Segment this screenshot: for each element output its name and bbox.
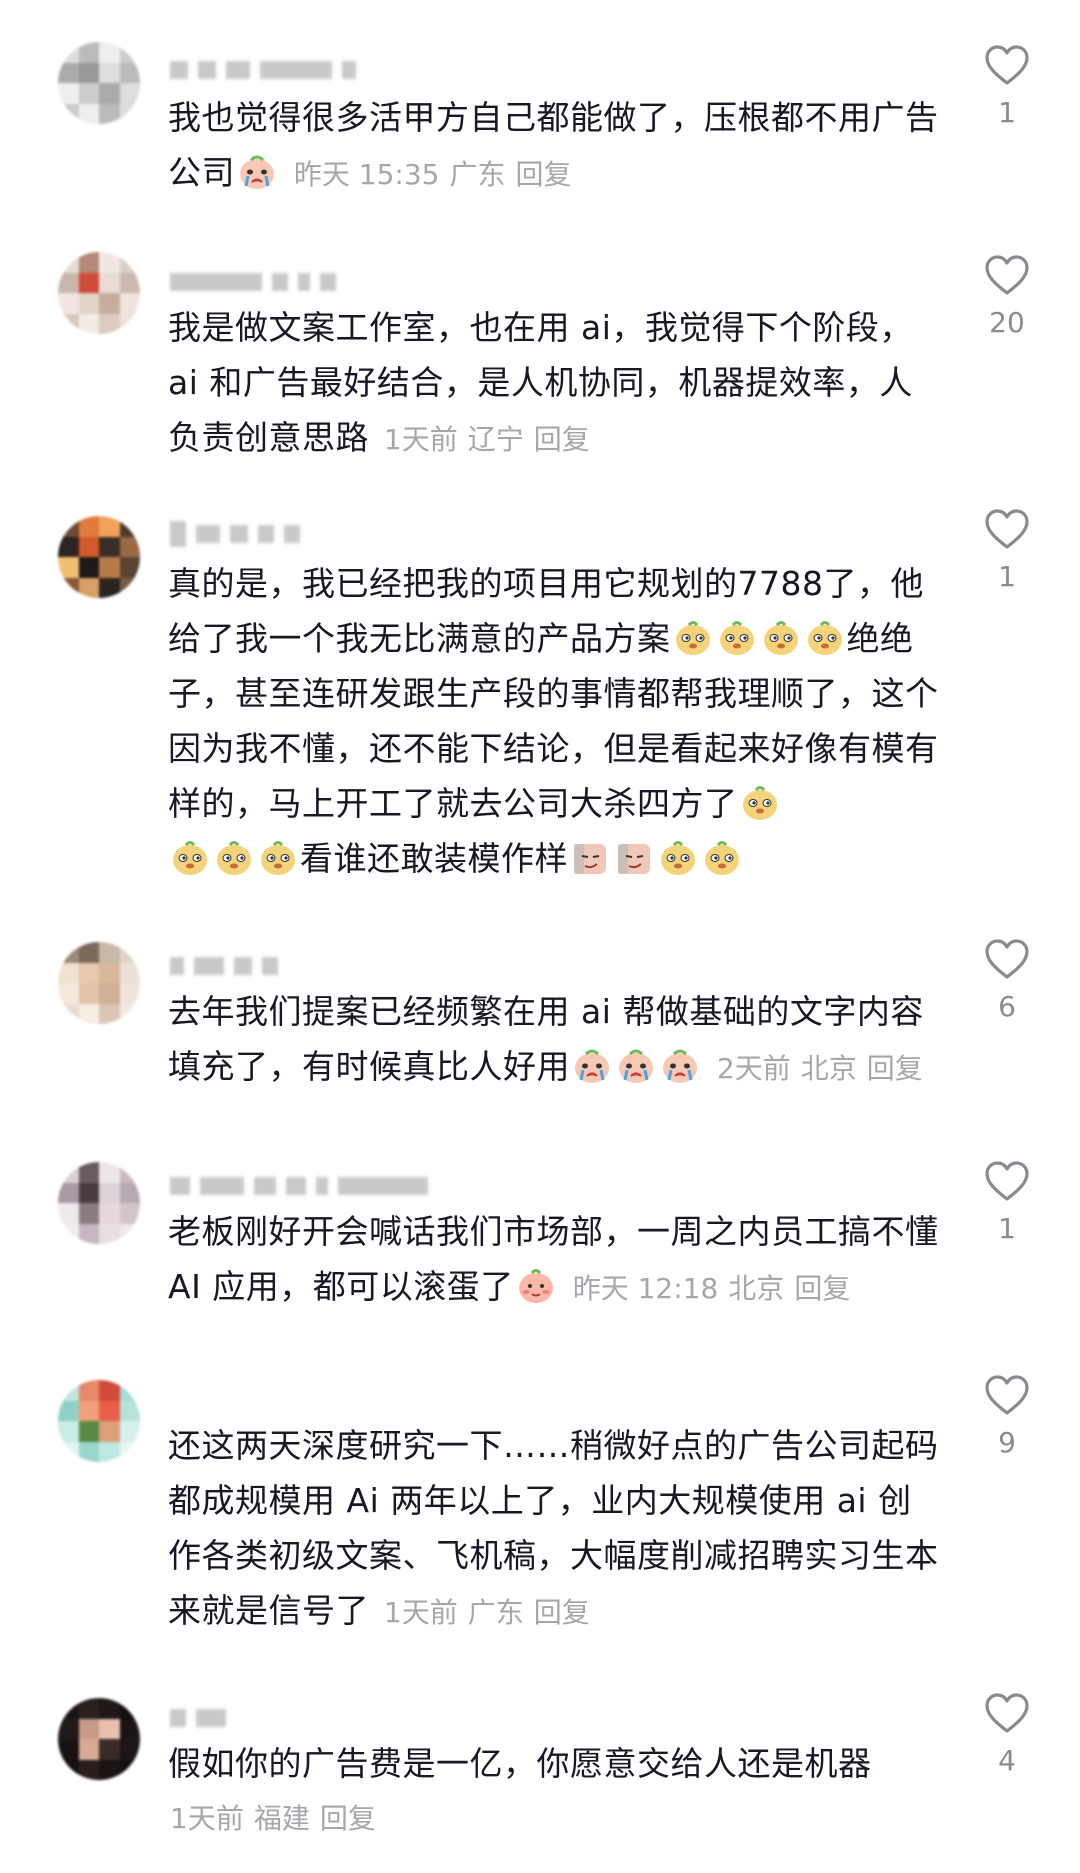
comment-location: 北京: [800, 1052, 857, 1085]
avatar[interactable]: [58, 1162, 140, 1244]
crying-face-emoji: [616, 1046, 656, 1086]
comment-body: 我也觉得很多活甲方自己都能做了，压根都不用广告公司 昨天 15:35 广东 回复: [168, 90, 943, 202]
comment-body: 去年我们提案已经频繁在用 ai 帮做基础的文字内容填充了，有时候真比人好用 2天…: [168, 984, 943, 1096]
comment-body: 我是做文案工作室，也在用 ai，我觉得下个阶段，ai 和广告最好结合，是人机协同…: [168, 300, 943, 467]
dog-face-emoji: [258, 838, 298, 878]
reply-button[interactable]: 回复: [867, 1052, 923, 1085]
comment-body: 还这两天深度研究一下……稍微好点的广告公司起码都成规模用 Ai 两年以上了，业内…: [168, 1418, 943, 1640]
heart-outline-icon: [984, 508, 1030, 550]
heart-outline-icon: [984, 1374, 1030, 1416]
like-count: 6: [998, 990, 1016, 1023]
avatar[interactable]: [58, 516, 140, 598]
comment-location: 广东: [467, 1596, 524, 1629]
comment-text: 假如你的广告费是一亿，你愿意交给人还是机器: [168, 1744, 872, 1783]
comment-time: 2天前: [716, 1052, 791, 1085]
comment-time: 昨天 12:18: [572, 1272, 719, 1305]
reply-button[interactable]: 回复: [534, 1596, 590, 1629]
comment-location: 北京: [728, 1272, 785, 1305]
avatar[interactable]: [58, 1698, 140, 1780]
like-count: 20: [989, 306, 1025, 339]
comment-location: 辽宁: [467, 423, 524, 456]
dog-face-emoji: [702, 838, 742, 878]
like-button[interactable]: 20: [977, 254, 1037, 340]
comment-time: 昨天 15:35: [293, 158, 440, 191]
dog-face-emoji: [717, 618, 757, 658]
reply-button[interactable]: 回复: [534, 423, 590, 456]
like-count: 1: [998, 560, 1016, 593]
heart-outline-icon: [984, 1160, 1030, 1202]
username[interactable]: [170, 268, 336, 296]
heart-outline-icon: [984, 938, 1030, 980]
comment-location: 广东: [449, 158, 506, 191]
like-button[interactable]: 1: [977, 508, 1037, 594]
dog-face-emoji: [761, 618, 801, 658]
dog-face-emoji: [658, 838, 698, 878]
reply-button[interactable]: 回复: [320, 1802, 376, 1835]
dog-face-emoji: [170, 838, 210, 878]
avatar[interactable]: [58, 1380, 140, 1462]
smirking-face-emoji: [614, 838, 654, 878]
heart-outline-icon: [984, 1692, 1030, 1734]
heart-outline-icon: [984, 254, 1030, 296]
like-count: 9: [998, 1426, 1016, 1459]
comment-time: 1天前: [383, 1596, 458, 1629]
username[interactable]: [170, 952, 278, 980]
username[interactable]: [170, 1704, 226, 1732]
crying-face-emoji: [660, 1046, 700, 1086]
reply-button[interactable]: 回复: [794, 1272, 850, 1305]
dog-face-emoji: [673, 618, 713, 658]
username[interactable]: [170, 1172, 428, 1200]
comment-time: 1天前: [170, 1802, 244, 1835]
like-button[interactable]: 4: [977, 1692, 1037, 1778]
like-count: 1: [998, 96, 1016, 129]
dog-face-emoji: [805, 618, 845, 658]
comment-text: 看谁还敢装模作样: [300, 839, 568, 878]
comment-body: 真的是，我已经把我的项目用它规划的7788了，他给了我一个我无比满意的产品方案绝…: [168, 556, 943, 886]
like-button[interactable]: 6: [977, 938, 1037, 1024]
avatar[interactable]: [58, 252, 140, 334]
username[interactable]: [170, 520, 300, 548]
like-button[interactable]: 1: [977, 44, 1037, 130]
avatar[interactable]: [58, 942, 140, 1024]
crying-face-emoji: [237, 152, 277, 192]
like-button[interactable]: 1: [977, 1160, 1037, 1246]
smirking-face-emoji: [570, 838, 610, 878]
username[interactable]: [170, 56, 356, 84]
comment-body: 假如你的广告费是一亿，你愿意交给人还是机器 1天前 福建 回复: [168, 1736, 943, 1846]
reply-button[interactable]: 回复: [516, 158, 572, 191]
comment-body: 老板刚好开会喊话我们市场部，一周之内员工搞不懂 AI 应用，都可以滚蛋了 昨天 …: [168, 1204, 943, 1316]
like-count: 4: [998, 1744, 1016, 1777]
comment-location: 福建: [253, 1802, 310, 1835]
comment-time: 1天前: [383, 423, 458, 456]
dog-face-emoji: [214, 838, 254, 878]
heart-outline-icon: [984, 44, 1030, 86]
crying-face-emoji: [572, 1046, 612, 1086]
like-count: 1: [998, 1212, 1016, 1245]
avatar[interactable]: [58, 42, 140, 124]
dog-face-emoji: [740, 783, 780, 823]
blushing-face-emoji: [516, 1266, 556, 1306]
like-button[interactable]: 9: [977, 1374, 1037, 1460]
